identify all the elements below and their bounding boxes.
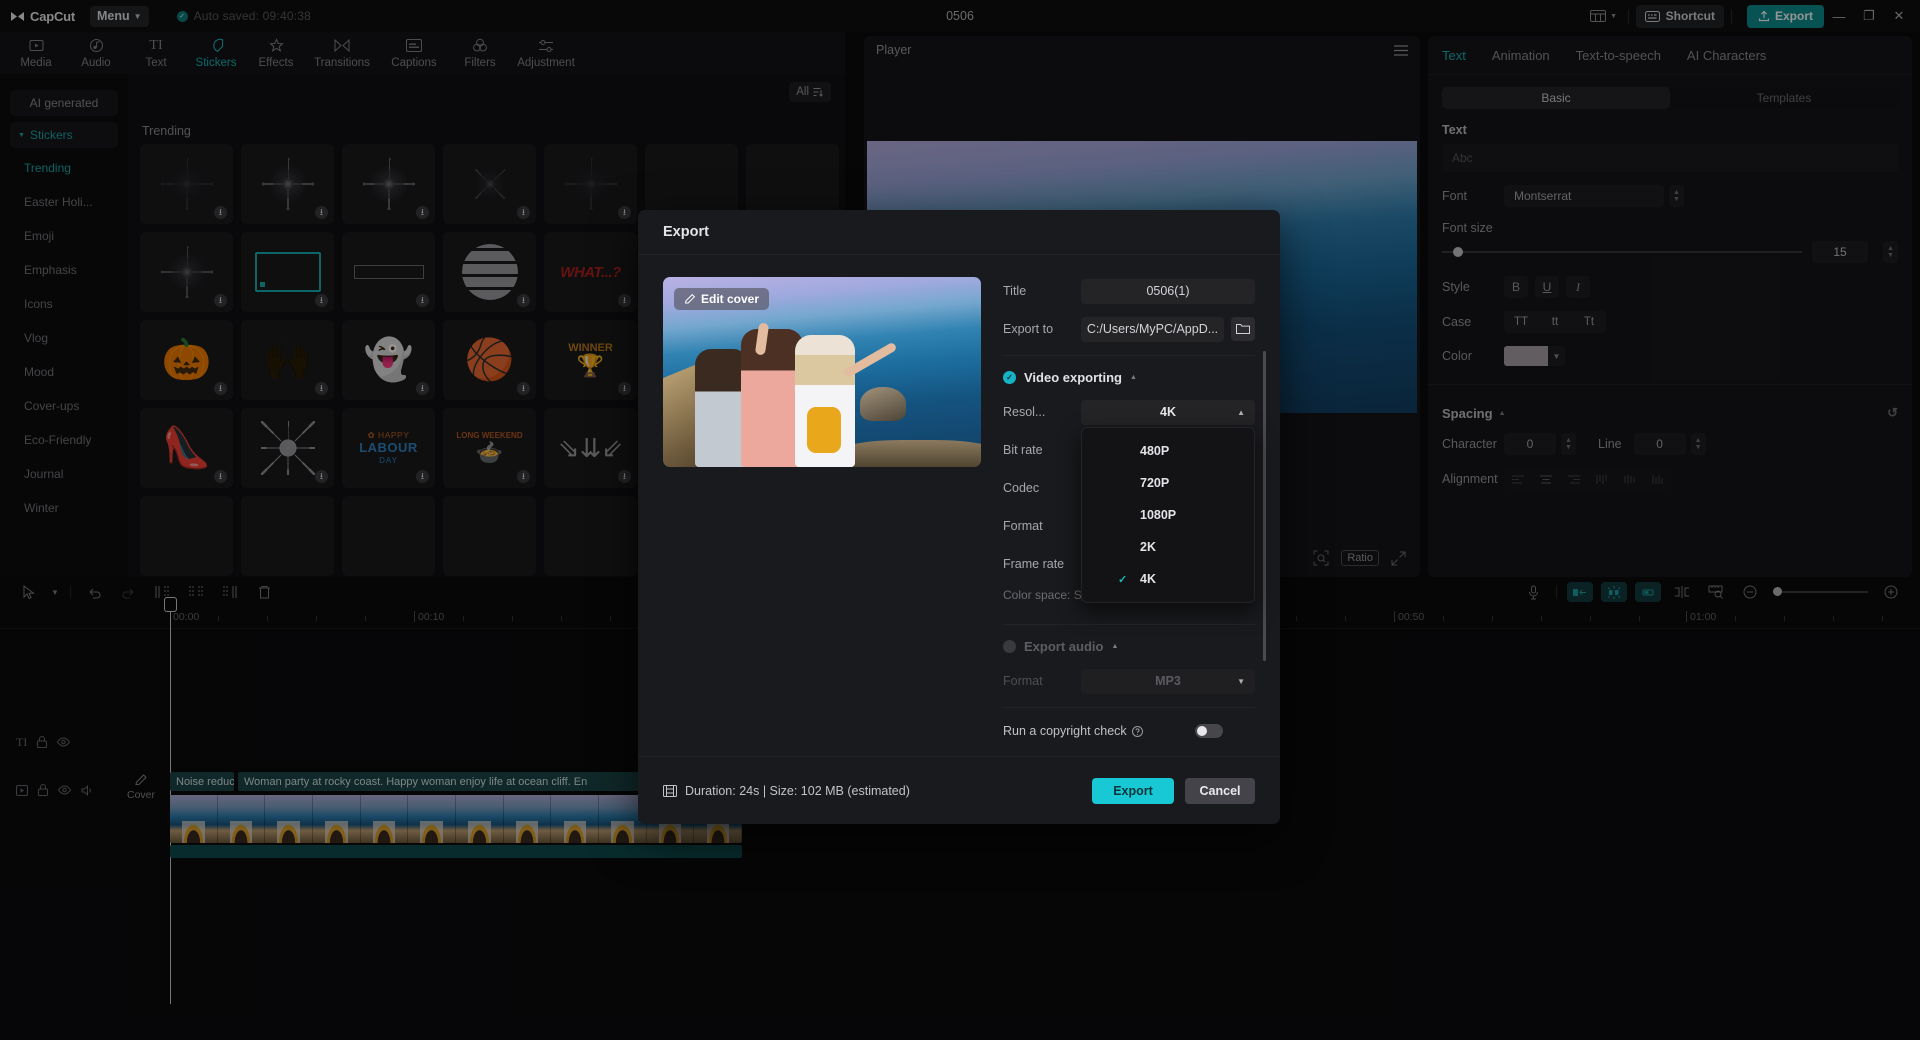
copyright-toggle[interactable] <box>1195 724 1223 738</box>
dropdown-item-label: 480P <box>1140 444 1169 458</box>
title-input[interactable]: 0506(1) <box>1081 279 1255 304</box>
edit-cover-label: Edit cover <box>701 292 759 306</box>
dropdown-item-label: 2K <box>1140 540 1156 554</box>
dropdown-item-1080p[interactable]: 1080P <box>1082 499 1254 531</box>
audio-format-row: Format MP3 ▼ <box>1003 667 1255 695</box>
edit-cover-button[interactable]: Edit cover <box>674 288 769 310</box>
codec-label: Codec <box>1003 481 1081 495</box>
chevron-down-icon: ▼ <box>1237 677 1245 686</box>
resolution-dropdown[interactable]: 480P 720P 1080P 2K ✓ 4K <box>1081 427 1255 603</box>
pencil-icon <box>684 293 696 305</box>
export-path-input[interactable]: C:/Users/MyPC/AppD... <box>1081 317 1224 342</box>
title-value: 0506(1) <box>1146 284 1189 298</box>
chevron-up-icon: ▲ <box>1111 643 1118 650</box>
export-form: Title 0506(1) Export to C:/Users/MyPC/Ap… <box>1003 277 1255 755</box>
check-icon: ✓ <box>1118 573 1127 586</box>
dropdown-item-4k[interactable]: ✓ 4K <box>1082 563 1254 595</box>
copyright-check-row: Run a copyright check <box>1003 724 1255 738</box>
title-row: Title 0506(1) <box>1003 277 1255 305</box>
copyright-label: Run a copyright check <box>1003 724 1143 738</box>
dropdown-item-label: 4K <box>1140 572 1156 586</box>
people-figures <box>695 319 886 467</box>
dropdown-item-480p[interactable]: 480P <box>1082 435 1254 467</box>
chevron-up-icon: ▲ <box>1130 374 1137 381</box>
duration-text: Duration: 24s | Size: 102 MB (estimated) <box>685 784 910 798</box>
dropdown-item-label: 720P <box>1140 476 1169 490</box>
copyright-text: Run a copyright check <box>1003 724 1127 738</box>
dialog-footer: Duration: 24s | Size: 102 MB (estimated)… <box>638 756 1280 824</box>
export-audio-header[interactable]: Export audio ▲ <box>1003 639 1255 654</box>
audio-format-value: MP3 <box>1155 674 1181 688</box>
dropdown-item-2k[interactable]: 2K <box>1082 531 1254 563</box>
duration-info: Duration: 24s | Size: 102 MB (estimated) <box>663 784 910 798</box>
format-label: Format <box>1003 519 1081 533</box>
divider <box>1003 624 1255 625</box>
framerate-label: Frame rate <box>1003 557 1081 571</box>
export-audio-label: Export audio <box>1024 639 1103 654</box>
chevron-up-icon: ▲ <box>1237 408 1245 417</box>
audio-format-label: Format <box>1003 674 1081 688</box>
checkbox-unchecked-icon[interactable] <box>1003 640 1016 653</box>
checkbox-checked-icon[interactable]: ✓ <box>1003 371 1016 384</box>
export-dialog: Export Edit cover Title <box>638 210 1280 824</box>
dropdown-item-label: 1080P <box>1140 508 1176 522</box>
film-icon <box>663 785 677 797</box>
divider <box>1003 355 1255 356</box>
cancel-button[interactable]: Cancel <box>1185 778 1255 804</box>
export-to-row: Export to C:/Users/MyPC/AppD... <box>1003 315 1255 343</box>
video-exporting-label: Video exporting <box>1024 370 1122 385</box>
title-label: Title <box>1003 284 1081 298</box>
resolution-row: Resol... 4K ▲ <box>1003 398 1255 426</box>
dialog-scrollbar[interactable] <box>1263 351 1266 661</box>
resolution-label: Resol... <box>1003 405 1081 419</box>
export-path-value: C:/Users/MyPC/AppD... <box>1087 322 1218 336</box>
folder-icon[interactable] <box>1231 317 1255 341</box>
export-confirm-button[interactable]: Export <box>1092 778 1174 804</box>
dialog-title: Export <box>638 210 1280 255</box>
bitrate-label: Bit rate <box>1003 443 1081 457</box>
resolution-select[interactable]: 4K ▲ <box>1081 400 1255 425</box>
export-to-label: Export to <box>1003 322 1081 336</box>
audio-format-select[interactable]: MP3 ▼ <box>1081 669 1255 694</box>
video-exporting-header[interactable]: ✓ Video exporting ▲ <box>1003 370 1255 385</box>
divider <box>1003 707 1255 708</box>
cover-preview[interactable]: Edit cover <box>663 277 981 467</box>
dropdown-item-720p[interactable]: 720P <box>1082 467 1254 499</box>
help-circle-icon[interactable] <box>1132 726 1143 737</box>
resolution-value: 4K <box>1160 405 1176 419</box>
